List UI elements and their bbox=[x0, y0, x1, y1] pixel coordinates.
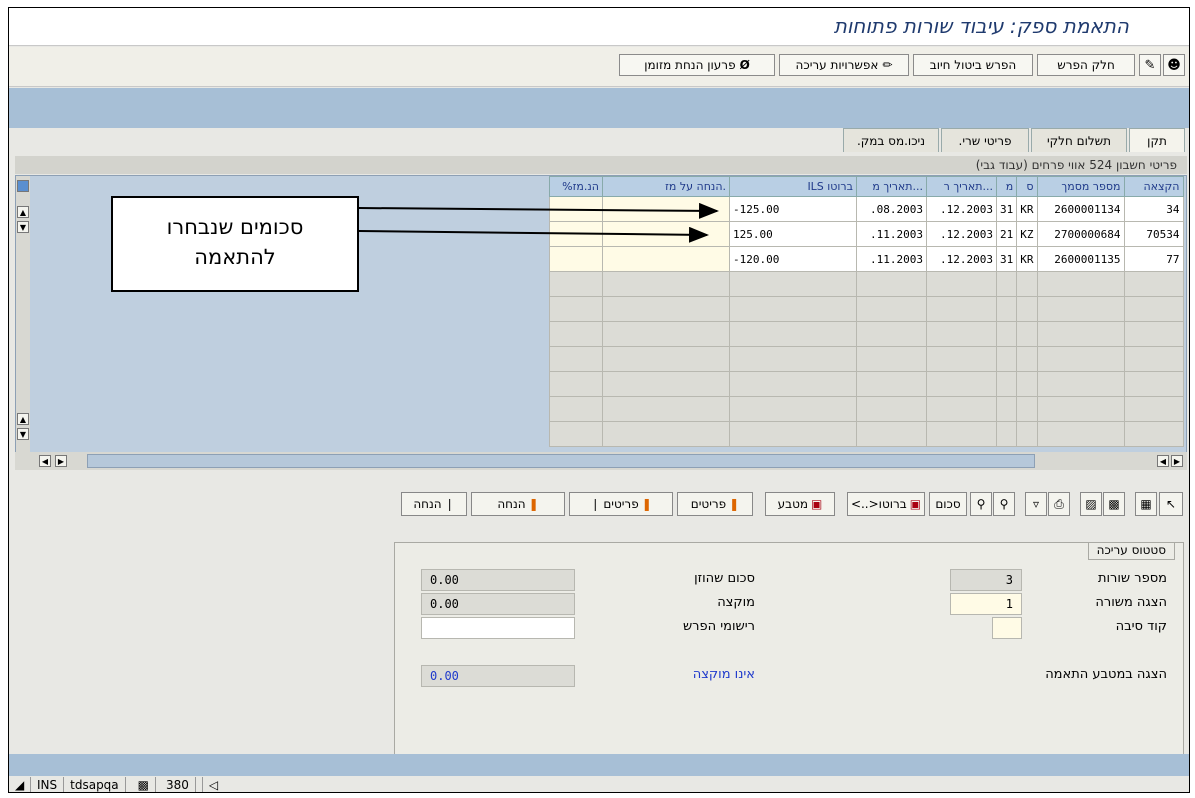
assigned-label: מוקצה bbox=[717, 595, 755, 610]
items-label: פריטים bbox=[690, 497, 727, 511]
grid-action-buttons: ↖ ▦ ▩ ▨ ⎙ ▿ ⚲ ⚲ סכום ▣ ברוטו<..> ▣ מטבע ❚ פ… bbox=[9, 492, 1189, 516]
not-assigned-label[interactable]: אינו מוקצה bbox=[655, 667, 755, 682]
filter-icon[interactable]: ▿ bbox=[1025, 492, 1047, 516]
sap-window: התאמת ספק: עיבוד שורות פתוחות ☻ ✎ חלק הפ… bbox=[8, 7, 1190, 793]
assigned-field: 0.00 bbox=[421, 593, 575, 615]
status-grip-icon: ◢ bbox=[9, 777, 31, 792]
server-name: tdsapqa bbox=[64, 777, 126, 792]
expand-status-icon[interactable]: ◁ bbox=[203, 777, 224, 792]
diff-postings-label: רישומי הפרש bbox=[682, 619, 755, 634]
display-from-field[interactable]: 1 bbox=[950, 593, 1022, 615]
candle-icon: ❚ bbox=[528, 497, 539, 511]
display-currency-label: הצגה במטבע התאמה bbox=[1045, 667, 1167, 682]
diff-postings-field[interactable] bbox=[421, 617, 575, 639]
discount-button-2[interactable]: ❘ הנחה bbox=[401, 492, 467, 516]
client-number: 380 bbox=[160, 777, 196, 792]
deactivate-icon[interactable]: ▨ bbox=[1080, 492, 1102, 516]
lines-label: מספר שורות bbox=[1097, 571, 1167, 586]
candle-out-icon: ❘ bbox=[444, 497, 455, 511]
candle-icon: ❚ bbox=[641, 497, 652, 511]
input-mode: INS bbox=[31, 777, 65, 792]
footer-band bbox=[9, 754, 1189, 776]
find-icon[interactable]: ⚲ bbox=[993, 492, 1015, 516]
currency-label: מטבע bbox=[777, 497, 809, 511]
currency-button[interactable]: ▣ מטבע bbox=[765, 492, 835, 516]
lines-field: 3 bbox=[950, 569, 1022, 591]
status-bar: ◢ INS tdsapqa ▩ 380 ◁ bbox=[9, 776, 1189, 792]
reason-code-label: קוד סיבה bbox=[1115, 619, 1167, 634]
sum-button[interactable]: סכום bbox=[929, 492, 967, 516]
edit-status-tab: סטטוס עריכה bbox=[1087, 542, 1175, 560]
display-from-label: הצגה משורה bbox=[1095, 595, 1167, 610]
candle-icon: ❚ bbox=[729, 497, 740, 511]
gross-label: ברוטו<..> bbox=[850, 497, 907, 511]
session-icon: ▩ bbox=[132, 777, 156, 792]
items-label: פריטים bbox=[603, 497, 639, 511]
discount-label: הנחה bbox=[413, 497, 442, 511]
arrow-to-row-1 bbox=[358, 202, 719, 219]
candle-out-icon: ❘ bbox=[590, 497, 601, 511]
items-button-1[interactable]: ❚ פריטים bbox=[677, 492, 753, 516]
sum-label: סכום bbox=[935, 497, 961, 511]
client-indicator: ▩ 380 bbox=[126, 777, 203, 792]
amount-entered-label: סכום שהוזן bbox=[694, 571, 755, 586]
edit-status-panel: סטטוס עריכה מספר שורות 3 הצגה משורה 1 קו… bbox=[394, 542, 1184, 770]
gift-icon: ▣ bbox=[811, 497, 823, 511]
find-next-icon[interactable]: ⚲ bbox=[970, 492, 992, 516]
select-icon[interactable]: ↖ bbox=[1159, 492, 1183, 516]
activate-icon[interactable]: ▩ bbox=[1103, 492, 1125, 516]
arrow-to-row-2 bbox=[358, 226, 709, 243]
not-assigned-field: 0.00 bbox=[421, 665, 575, 687]
gross-button[interactable]: ▣ ברוטו<..> bbox=[847, 492, 925, 516]
print-icon[interactable]: ⎙ bbox=[1048, 492, 1070, 516]
select-all-icon[interactable]: ▦ bbox=[1135, 492, 1157, 516]
items-button-2[interactable]: ❚ פריטים ❘ bbox=[569, 492, 673, 516]
gift-icon: ▣ bbox=[909, 497, 922, 511]
discount-button-1[interactable]: ❚ הנחה bbox=[471, 492, 565, 516]
reason-code-field[interactable] bbox=[992, 617, 1022, 639]
amount-entered-field: 0.00 bbox=[421, 569, 575, 591]
discount-label: הנחה bbox=[497, 497, 526, 511]
